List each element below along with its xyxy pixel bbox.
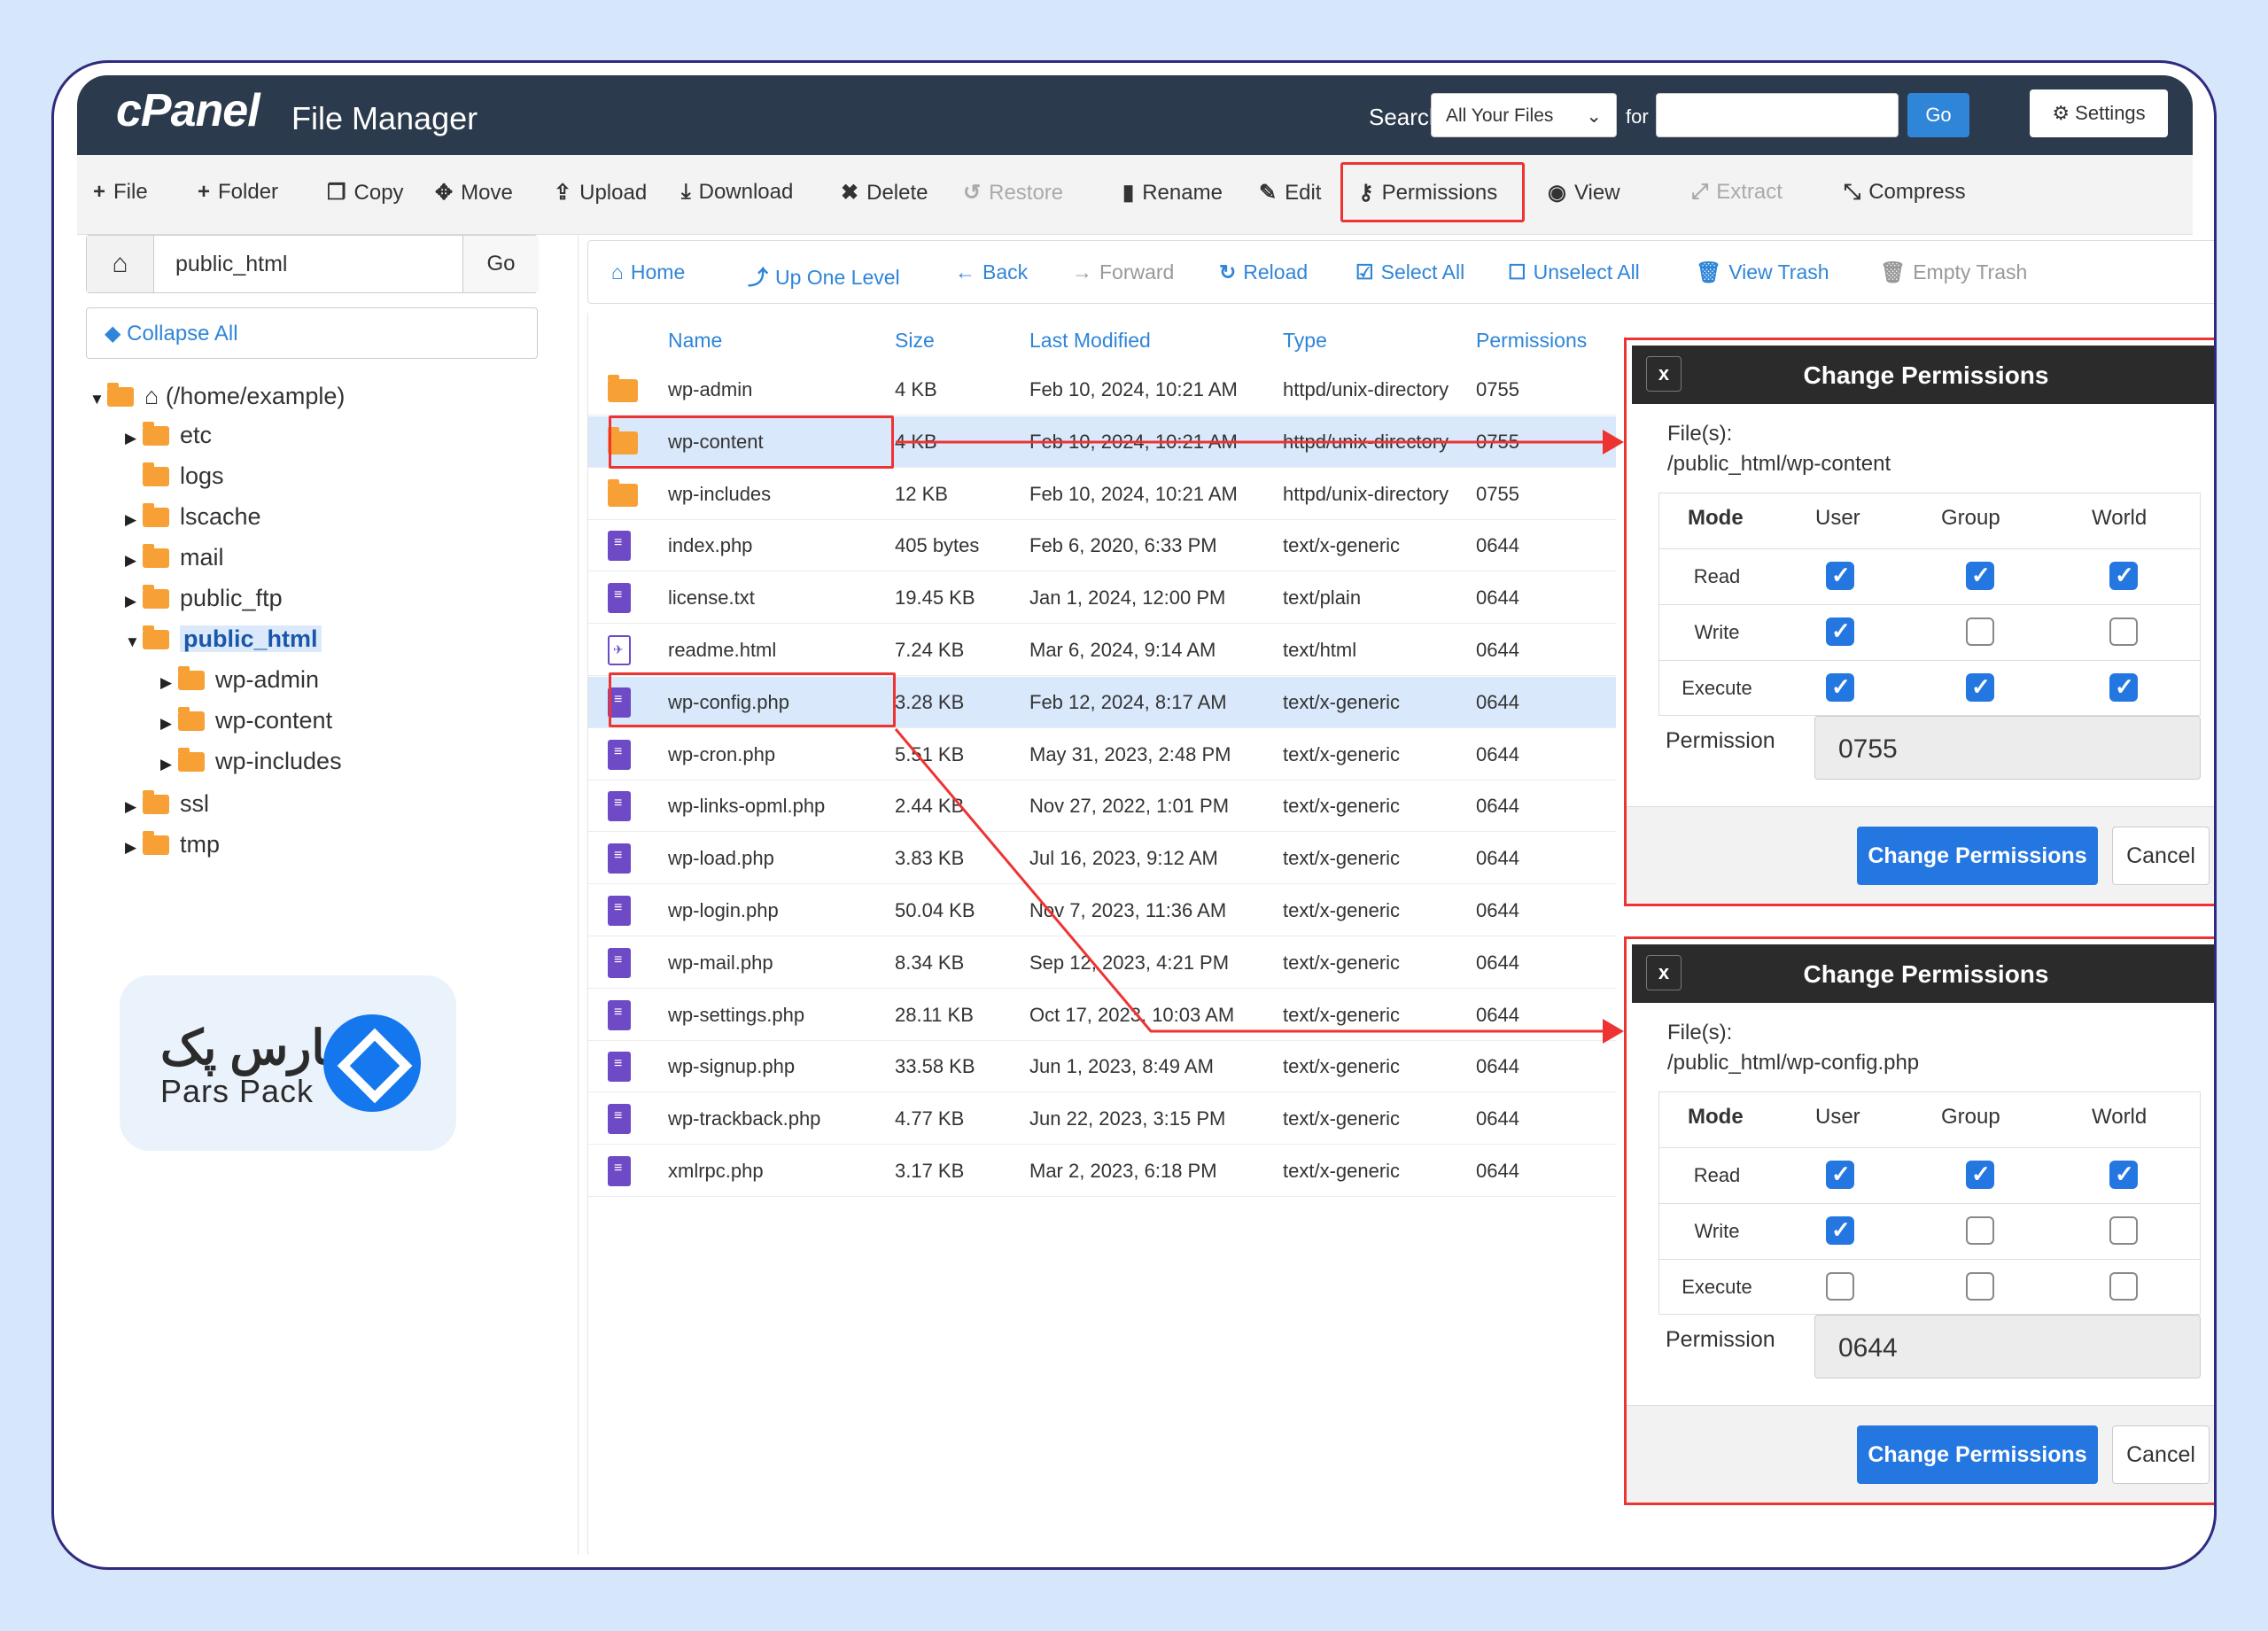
- arrow-line-2: [894, 728, 1606, 1033]
- app-frame: cPanel File Manager Search All Your File…: [51, 60, 2217, 1570]
- arrow-head-2: [1603, 1019, 1624, 1044]
- annotation-arrows: [894, 430, 1624, 1044]
- arrow-head-1: [1603, 430, 1624, 454]
